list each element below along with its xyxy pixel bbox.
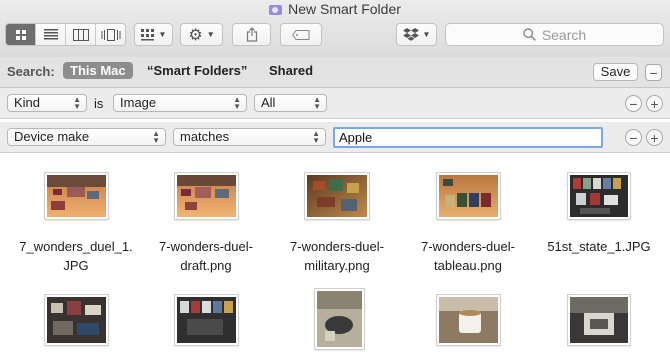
search-scope-bar: Search: This Mac “Smart Folders” Shared … [0,57,670,88]
remove-criteria-button[interactable]: − [625,129,642,146]
smart-folder-icon [269,5,283,15]
search-placeholder: Search [541,26,587,43]
column-view-icon [72,28,89,41]
scope-shared[interactable]: Shared [269,63,313,78]
search-icon [523,28,536,41]
group-icon [140,28,154,40]
attribute-popup-device-make[interactable]: Device make ▲ ▼ [7,128,166,146]
dropbox-icon [402,28,419,41]
list-view-icon [43,29,58,40]
list-view-button[interactable] [36,24,66,45]
chevron-down-icon: ▼ [422,30,431,39]
view-mode-segmented-control [5,23,126,46]
file-thumbnail [315,289,364,349]
save-button[interactable]: Save [593,63,638,81]
attribute-popup-kind[interactable]: Kind ▲ ▼ [7,94,87,112]
chevron-down-icon: ▼ [158,30,167,39]
up-down-arrows-icon: ▲ ▼ [312,129,320,145]
kind-qualifier-popup[interactable]: All ▲ ▼ [254,94,327,112]
criteria-row-kind: Kind ▲ ▼ is Image ▲ ▼ All ▲ ▼ − + [0,88,670,119]
file-name: 51st_state_1.JPG [547,239,651,254]
remove-criteria-button[interactable]: − [625,95,642,112]
remove-search-button[interactable]: − [645,64,662,81]
scope-smart-folders[interactable]: “Smart Folders” [147,63,247,78]
file-name: 7_wonders_duel_1. JPG [19,239,133,273]
share-button[interactable] [232,23,271,46]
tag-button[interactable] [280,23,322,46]
scope-this-mac[interactable]: This Mac [63,62,133,79]
file-thumbnail [305,173,369,219]
file-thumbnail [437,295,500,345]
up-down-arrows-icon: ▲ ▼ [73,95,81,111]
toolbar: New Smart Folder ▼ ⚙ ▼ ▼ Search [0,0,670,58]
file-thumbnail [437,173,500,219]
column-view-button[interactable] [66,24,96,45]
criteria-row-device-make: Device make ▲ ▼ matches ▲ ▼ Apple − + [0,122,670,153]
cover-flow-icon [101,28,120,41]
add-criteria-button[interactable]: + [646,129,663,146]
file-thumbnail [175,295,238,345]
search-scope-label: Search: [7,64,55,79]
icon-view-icon [15,29,26,40]
tag-icon [292,29,310,40]
file-grid: 7_wonders_duel_1. JPG 7-wonders-duel-draf… [0,153,670,357]
dropbox-button[interactable]: ▼ [396,23,437,46]
file-thumbnail [45,295,108,345]
file-thumbnail [568,173,630,219]
file-thumbnail [568,295,630,345]
cover-flow-button[interactable] [96,24,125,45]
group-by-button[interactable]: ▼ [134,23,173,46]
kind-value-popup[interactable]: Image ▲ ▼ [113,94,247,112]
icon-view-button[interactable] [6,24,36,45]
file-name: 7-wonders-duel-draft.png [159,239,253,273]
add-criteria-button[interactable]: + [646,95,663,112]
chevron-down-icon: ▼ [206,30,215,39]
gear-icon: ⚙ [188,26,203,44]
share-icon [246,27,257,42]
search-field[interactable]: Search [445,23,664,46]
file-thumbnail [175,173,238,219]
device-make-value-field[interactable]: Apple [333,127,603,148]
action-menu-button[interactable]: ⚙ ▼ [180,23,223,46]
file-thumbnail [45,173,108,219]
connector-label: is [94,96,104,111]
file-name: 7-wonders-duel-tableau.png [421,239,515,273]
file-name: 7-wonders-duel-military.png [290,239,384,273]
up-down-arrows-icon: ▲ ▼ [152,129,160,145]
up-down-arrows-icon: ▲ ▼ [233,95,241,111]
operator-popup[interactable]: matches ▲ ▼ [173,128,326,146]
up-down-arrows-icon: ▲ ▼ [313,95,321,111]
window-title: New Smart Folder [0,1,670,17]
